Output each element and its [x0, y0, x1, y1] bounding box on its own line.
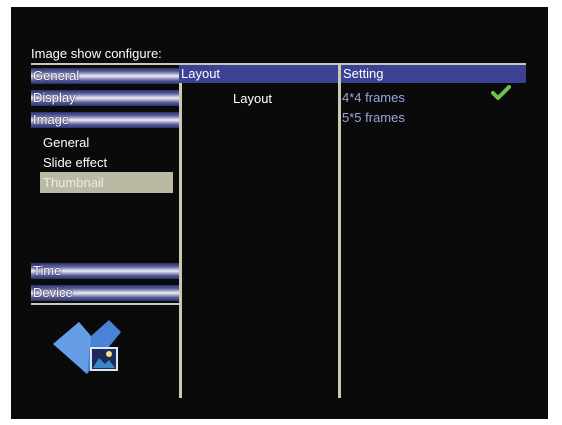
menu-item-image[interactable]: Image [31, 112, 179, 128]
photo-album-icon [53, 320, 121, 374]
middle-column-divider [338, 65, 341, 398]
menu-item-image-label: Image [33, 112, 70, 127]
menu-item-general[interactable]: General [31, 68, 179, 84]
menu-item-device[interactable]: Device [31, 285, 179, 301]
setting-option-5x5[interactable]: 5*5 frames [342, 110, 405, 125]
screen: Image show configure: General Display Im… [11, 7, 548, 419]
menu-item-display[interactable]: Display [31, 90, 179, 106]
menu-item-display-label: Display [33, 90, 76, 105]
left-column-divider [179, 65, 182, 398]
menu-bottom-divider [31, 303, 181, 305]
menu-item-general-label: General [33, 68, 80, 83]
menu-item-time-label: Time [33, 263, 62, 278]
setting-option-4x4[interactable]: 4*4 frames [342, 90, 405, 105]
layout-column-header: Layout [179, 65, 338, 83]
submenu-item-slide-effect[interactable]: Slide effect [43, 155, 107, 170]
layout-item[interactable]: Layout [233, 91, 272, 106]
page-title: Image show configure: [31, 46, 162, 61]
setting-column-header: Setting [341, 65, 526, 83]
menu-item-device-label: Device [33, 285, 73, 300]
submenu-item-general[interactable]: General [43, 135, 89, 150]
menu-item-time[interactable]: Time [31, 263, 179, 279]
check-icon [491, 85, 511, 100]
submenu-item-thumbnail[interactable]: Thumbnail [40, 172, 173, 193]
